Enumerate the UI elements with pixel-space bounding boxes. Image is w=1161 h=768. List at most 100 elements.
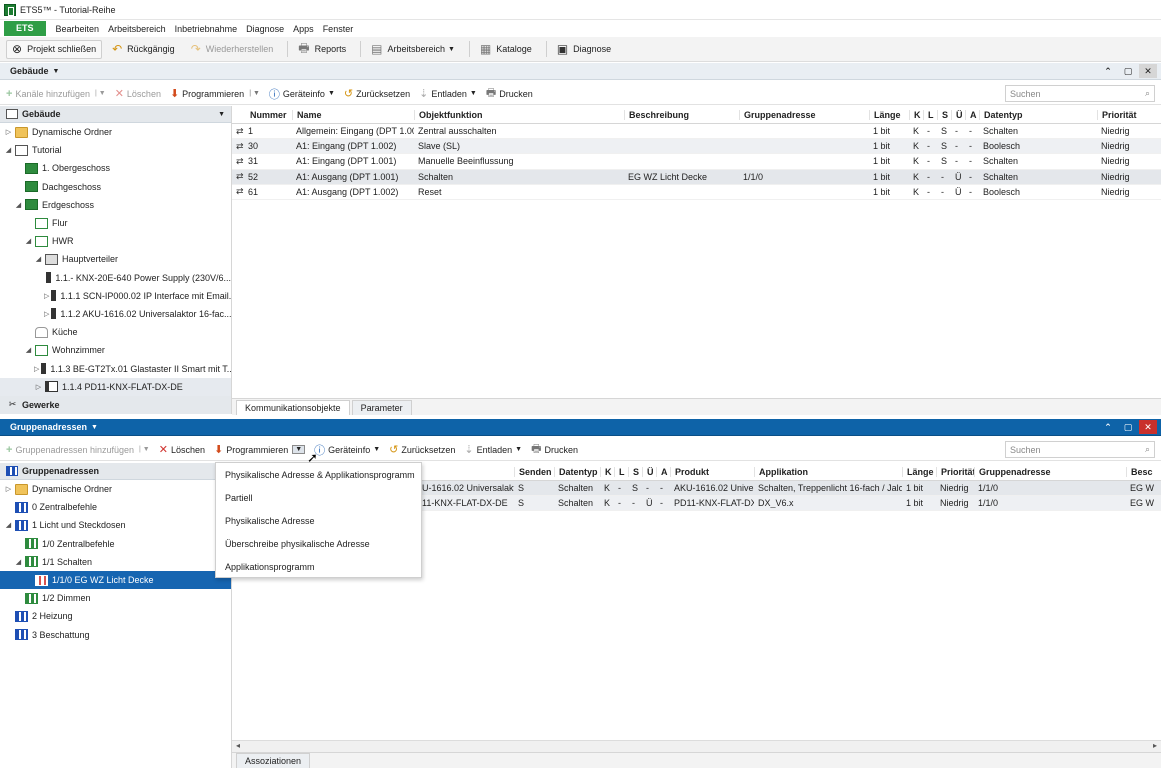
reports-button[interactable]: 🖶 Reports	[292, 40, 352, 59]
program-options-dropdown-button[interactable]: ▼	[292, 445, 306, 454]
unload-button[interactable]: ⇣ Entladen ▼	[464, 443, 522, 456]
menu-item-application-program[interactable]: Applikationsprogramm	[216, 555, 421, 578]
close-icon[interactable]: ✕	[1139, 420, 1157, 434]
tree-item[interactable]: ▷ 1.1.1 SCN-IP000.02 IP Interface mit Ema…	[0, 287, 231, 305]
close-icon[interactable]: ✕	[1139, 64, 1157, 78]
maximize-icon[interactable]: ▢	[1119, 64, 1137, 78]
menu-apps[interactable]: Apps	[293, 24, 314, 34]
column-header[interactable]: Gruppenadresse	[739, 109, 869, 120]
building-panel-title[interactable]: Gebäude	[10, 66, 49, 76]
tree-item[interactable]: 0 Zentralbefehle	[0, 498, 231, 516]
menu-item-physical-address[interactable]: Physikalische Adresse	[216, 509, 421, 532]
collapse-icon[interactable]: ⌃	[1099, 64, 1117, 78]
tree-item[interactable]: 1.1.- KNX-20E-640 Power Supply (230V/6..…	[0, 269, 231, 287]
diagnose-button[interactable]: ▣ Diagnose	[551, 40, 617, 59]
column-header[interactable]: A	[965, 109, 979, 120]
expanded-arrow-icon[interactable]: ◢	[14, 201, 23, 209]
column-header[interactable]: K	[600, 466, 614, 477]
scroll-right-icon[interactable]: ▸	[1149, 741, 1161, 750]
column-header[interactable]: Ü	[951, 109, 965, 120]
trades-tab[interactable]: ✂ Gewerke	[0, 395, 231, 414]
tree-item[interactable]: 1/1/0 EG WZ Licht Decke	[0, 570, 231, 590]
group-addresses-search-input[interactable]: Suchen ⌕	[1005, 441, 1155, 458]
menu-item-physical-address-and-application[interactable]: Physikalische Adresse & Applikationsprog…	[216, 463, 421, 486]
table-row[interactable]: ⇄ 61 A1: Ausgang (DPT 1.002) Reset 1 bit K - - Ü…	[232, 185, 1161, 200]
column-header[interactable]: Besc	[1126, 466, 1156, 477]
expanded-arrow-icon[interactable]: ◢	[4, 146, 13, 154]
undo-button[interactable]: ↶ Rückgängig	[106, 40, 181, 59]
close-project-button[interactable]: ⊗ Projekt schließen	[6, 39, 103, 59]
delete-button[interactable]: ✕ Löschen	[115, 87, 161, 100]
menu-item-partial[interactable]: Partiell	[216, 486, 421, 509]
column-header[interactable]: Priorität	[936, 466, 974, 477]
tree-item[interactable]: 2 Heizung	[0, 607, 231, 625]
chevron-down-icon[interactable]: ▼	[218, 111, 225, 118]
column-header[interactable]: Nummer	[232, 110, 292, 120]
group-addresses-tree-header[interactable]: Gruppenadressen	[0, 463, 231, 480]
tab-communication-objects[interactable]: Kommunikationsobjekte	[236, 400, 350, 415]
building-tree-header[interactable]: Gebäude ▼	[0, 106, 231, 123]
device-info-button[interactable]: ⓘ Geräteinfo ▼	[314, 442, 380, 458]
chevron-down-icon[interactable]: ▼	[53, 68, 60, 75]
tree-item[interactable]: ▷ 1.1.4 PD11-KNX-FLAT-DX-DE	[0, 377, 231, 396]
expand-arrow-icon[interactable]: ▷	[44, 310, 49, 318]
tab-parameter[interactable]: Parameter	[351, 400, 412, 415]
add-channels-button[interactable]: + Kanäle hinzufügen | ▼	[6, 88, 106, 100]
reset-button[interactable]: ↺ Zurücksetzen	[344, 87, 410, 100]
program-button[interactable]: ⬇ Programmieren | ▼	[170, 87, 260, 100]
device-info-button[interactable]: ⓘ Geräteinfo ▼	[269, 86, 335, 102]
column-header[interactable]: Beschreibung	[624, 109, 739, 120]
column-header[interactable]: Produkt	[670, 466, 754, 477]
print-button[interactable]: 🖶 Drucken	[531, 440, 578, 459]
expand-arrow-icon[interactable]: ▷	[4, 128, 13, 136]
expanded-arrow-icon[interactable]: ◢	[14, 558, 23, 566]
unload-button[interactable]: ⇣ Entladen ▼	[419, 87, 477, 100]
expanded-arrow-icon[interactable]: ◢	[24, 237, 33, 245]
tree-item[interactable]: 1/2 Dimmen	[0, 589, 231, 607]
column-header[interactable]: Ü	[642, 466, 656, 477]
menu-diagnose[interactable]: Diagnose	[246, 24, 284, 34]
table-row[interactable]: ⇄ 31 A1: Eingang (DPT 1.001) Manuelle Beein…	[232, 154, 1161, 170]
column-header[interactable]: Länge	[902, 466, 936, 477]
tree-item[interactable]: ◢ Erdgeschoss	[0, 196, 231, 214]
column-header[interactable]: Priorität	[1097, 109, 1151, 120]
column-header[interactable]: Senden	[514, 466, 554, 477]
table-row[interactable]: ⇄ 30 A1: Eingang (DPT 1.002) Slave (SL) 1 bi…	[232, 139, 1161, 155]
expanded-arrow-icon[interactable]: ◢	[24, 346, 33, 354]
reset-button[interactable]: ↺ Zurücksetzen	[389, 443, 455, 456]
ets-menu-button[interactable]: ETS	[4, 21, 46, 36]
horizontal-scrollbar[interactable]: ◂ ▸	[232, 740, 1161, 752]
tree-item[interactable]: ▷ 1.1.2 AKU-1616.02 Universalaktor 16-fac…	[0, 305, 231, 323]
collapse-icon[interactable]: ⌃	[1099, 420, 1117, 434]
menu-inbetriebnahme[interactable]: Inbetriebnahme	[175, 24, 238, 34]
tree-item[interactable]: ◢ 1/1 Schalten	[0, 553, 231, 571]
expand-arrow-icon[interactable]: ▷	[34, 383, 43, 391]
tree-item[interactable]: ◢ HWR	[0, 232, 231, 250]
menu-fenster[interactable]: Fenster	[323, 24, 354, 34]
redo-button[interactable]: ↷ Wiederherstellen	[185, 40, 280, 59]
column-header[interactable]: A	[656, 466, 670, 477]
expand-arrow-icon[interactable]: ▷	[34, 365, 39, 373]
chevron-down-icon[interactable]: | ▼	[249, 90, 260, 97]
column-header[interactable]: Objektfunktion	[414, 109, 624, 120]
tree-item[interactable]: Küche	[0, 323, 231, 341]
tree-item[interactable]: ◢ 1 Licht und Steckdosen	[0, 516, 231, 534]
tree-item[interactable]: Dachgeschoss	[0, 178, 231, 196]
workspace-button[interactable]: ▤ Arbeitsbereich ▼	[365, 40, 461, 59]
column-header[interactable]: S	[628, 466, 642, 477]
expanded-arrow-icon[interactable]: ◢	[34, 255, 43, 263]
add-group-addresses-button[interactable]: + Gruppenadressen hinzufügen | ▼	[6, 444, 150, 456]
tree-item[interactable]: ▷ Dynamische Ordner	[0, 480, 231, 498]
maximize-icon[interactable]: ▢	[1119, 420, 1137, 434]
table-row[interactable]: ⇄ 52 A1: Ausgang (DPT 1.001) Schalten EG WZ …	[232, 169, 1161, 185]
catalogs-button[interactable]: ▦ Kataloge	[474, 40, 538, 59]
column-header[interactable]: L	[614, 466, 628, 477]
expand-arrow-icon[interactable]: ▷	[44, 292, 49, 300]
print-button[interactable]: 🖶 Drucken	[486, 84, 533, 103]
tab-associations[interactable]: Assoziationen	[236, 753, 311, 768]
expand-arrow-icon[interactable]: ▷	[4, 485, 13, 493]
column-header[interactable]: K	[909, 109, 923, 120]
column-header[interactable]: Datentyp	[554, 466, 600, 477]
menu-arbeitsbereich[interactable]: Arbeitsbereich	[108, 24, 166, 34]
scroll-left-icon[interactable]: ◂	[232, 741, 244, 750]
